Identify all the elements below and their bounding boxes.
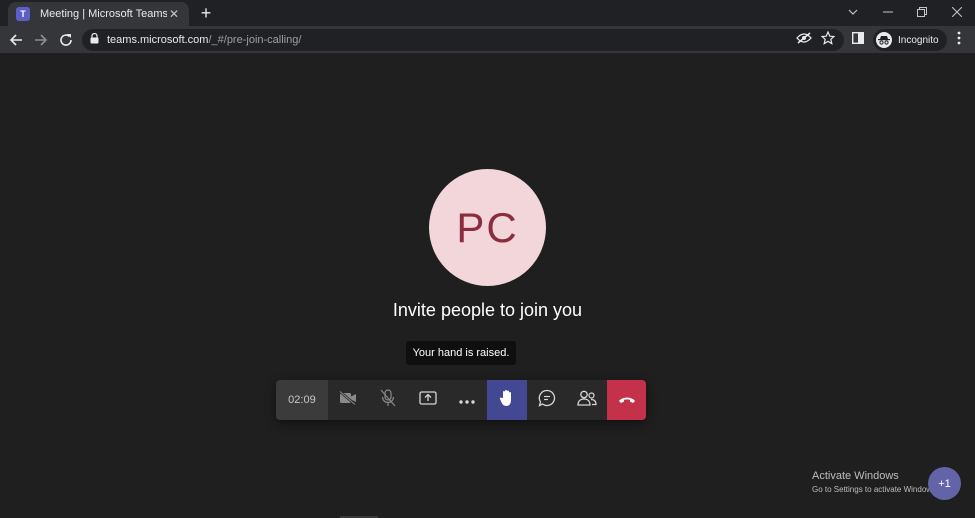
hang-up-phone-icon (618, 391, 636, 409)
chat-button[interactable] (527, 380, 567, 420)
participants-button[interactable] (567, 380, 607, 420)
share-screen-button[interactable] (408, 380, 448, 420)
hang-up-button[interactable] (607, 380, 646, 420)
raised-hand-icon (499, 389, 515, 412)
incognito-icon (876, 32, 892, 48)
avatar: PC (429, 169, 546, 286)
incognito-indicator[interactable]: Incognito (873, 29, 947, 51)
more-dots-icon (459, 391, 476, 409)
url-path: /_#/pre-join-calling/ (208, 34, 302, 46)
eye-slash-icon[interactable] (796, 30, 812, 46)
camera-off-button[interactable] (328, 380, 368, 420)
close-tab-icon[interactable]: ✕ (167, 7, 181, 21)
mic-muted-icon (380, 388, 396, 412)
new-tab-button[interactable]: + (197, 4, 215, 22)
activate-windows-subtitle: Go to Settings to activate Windows. (812, 485, 939, 494)
browser-menu-icon[interactable] (951, 30, 967, 46)
invite-text: Invite people to join you (392, 300, 583, 320)
avatar-initials: PC (456, 203, 519, 251)
back-icon[interactable] (6, 30, 26, 50)
people-icon (577, 390, 597, 411)
lock-icon (90, 31, 99, 49)
url-host: teams.microsoft.com (107, 34, 209, 46)
close-window-button[interactable] (945, 2, 969, 22)
chat-icon (538, 389, 556, 412)
call-controls-bar: 02:09 (276, 380, 646, 420)
activate-windows-title: Activate Windows (812, 470, 899, 482)
minimize-button[interactable] (876, 2, 900, 22)
reaction-count-badge[interactable]: +1 (928, 467, 961, 500)
teams-favicon-icon: T (16, 7, 30, 21)
tab-title: Meeting | Microsoft Teams (40, 8, 167, 20)
more-actions-button[interactable] (448, 380, 488, 420)
side-panel-icon[interactable] (850, 30, 866, 46)
restore-button[interactable] (910, 2, 934, 22)
hand-raised-tooltip: Your hand is raised. (406, 341, 516, 365)
activate-windows-watermark: Activate Windows Go to Settings to activ… (812, 470, 938, 494)
reload-icon[interactable] (56, 30, 76, 50)
forward-icon[interactable] (31, 30, 51, 50)
address-bar[interactable]: teams.microsoft.com/_#/pre-join-calling/ (82, 29, 844, 51)
call-timer: 02:09 (276, 380, 328, 420)
incognito-label: Incognito (898, 34, 939, 46)
mic-muted-button[interactable] (368, 380, 408, 420)
meeting-stage: PC Invite people to join you Your hand i… (0, 55, 975, 518)
browser-tab[interactable]: T Meeting | Microsoft Teams ✕ (8, 2, 189, 26)
browser-toolbar: teams.microsoft.com/_#/pre-join-calling/… (0, 26, 975, 54)
raise-hand-button[interactable] (487, 380, 528, 420)
bookmark-star-icon[interactable] (820, 30, 836, 46)
share-screen-icon (418, 390, 437, 410)
browser-tab-strip: T Meeting | Microsoft Teams ✕ + (0, 0, 975, 26)
tab-search-chevron-icon[interactable] (841, 2, 865, 22)
camera-off-icon (338, 390, 357, 410)
